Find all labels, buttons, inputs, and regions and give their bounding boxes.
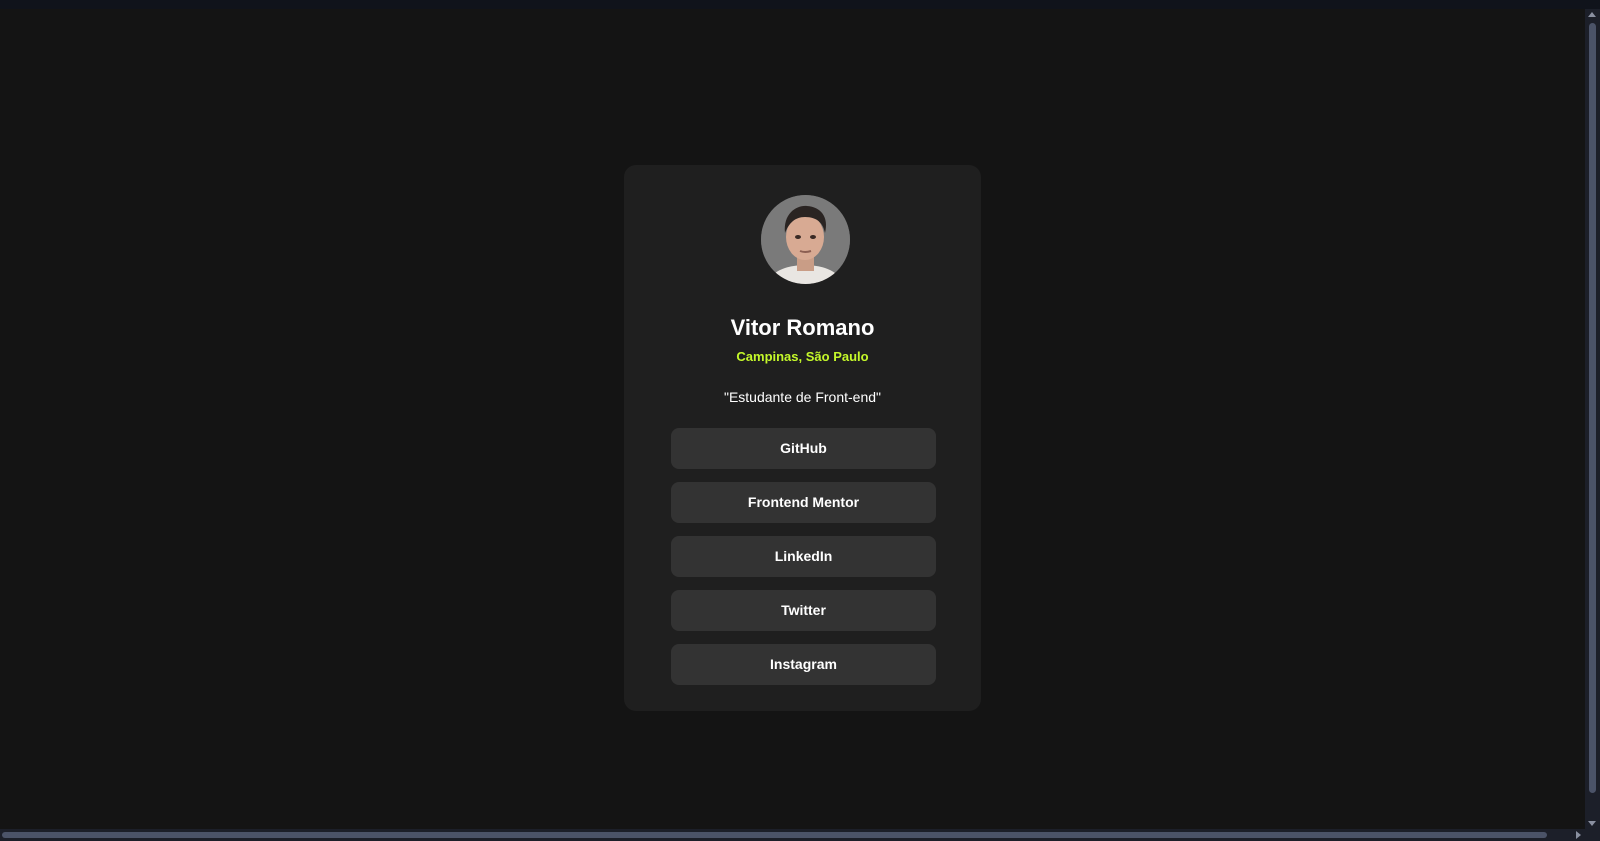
scroll-up-arrow-icon[interactable] (1588, 12, 1596, 17)
scrollbar-corner (1585, 829, 1600, 841)
social-links: GitHub Frontend Mentor LinkedIn Twitter … (671, 428, 936, 698)
window-top-bar (0, 0, 1600, 9)
profile-card: Vitor Romano Campinas, São Paulo "Estuda… (624, 165, 981, 711)
avatar-photo-icon (761, 195, 850, 284)
profile-name: Vitor Romano (730, 315, 875, 340)
frontend-mentor-link-button[interactable]: Frontend Mentor (671, 482, 936, 523)
scroll-down-arrow-icon[interactable] (1588, 821, 1596, 826)
profile-bio: "Estudante de Front-end" (723, 389, 882, 405)
page-viewport: Vitor Romano Campinas, São Paulo "Estuda… (0, 9, 1585, 829)
profile-location: Campinas, São Paulo (736, 349, 869, 364)
scroll-right-arrow-icon[interactable] (1576, 831, 1581, 839)
horizontal-scrollbar[interactable] (0, 829, 1585, 841)
github-link-button[interactable]: GitHub (671, 428, 936, 469)
twitter-link-button[interactable]: Twitter (671, 590, 936, 631)
vertical-scrollbar[interactable] (1585, 9, 1600, 829)
instagram-link-button[interactable]: Instagram (671, 644, 936, 685)
linkedin-link-button[interactable]: LinkedIn (671, 536, 936, 577)
avatar (761, 195, 850, 284)
vertical-scroll-thumb[interactable] (1589, 23, 1596, 793)
horizontal-scroll-thumb[interactable] (2, 832, 1547, 838)
